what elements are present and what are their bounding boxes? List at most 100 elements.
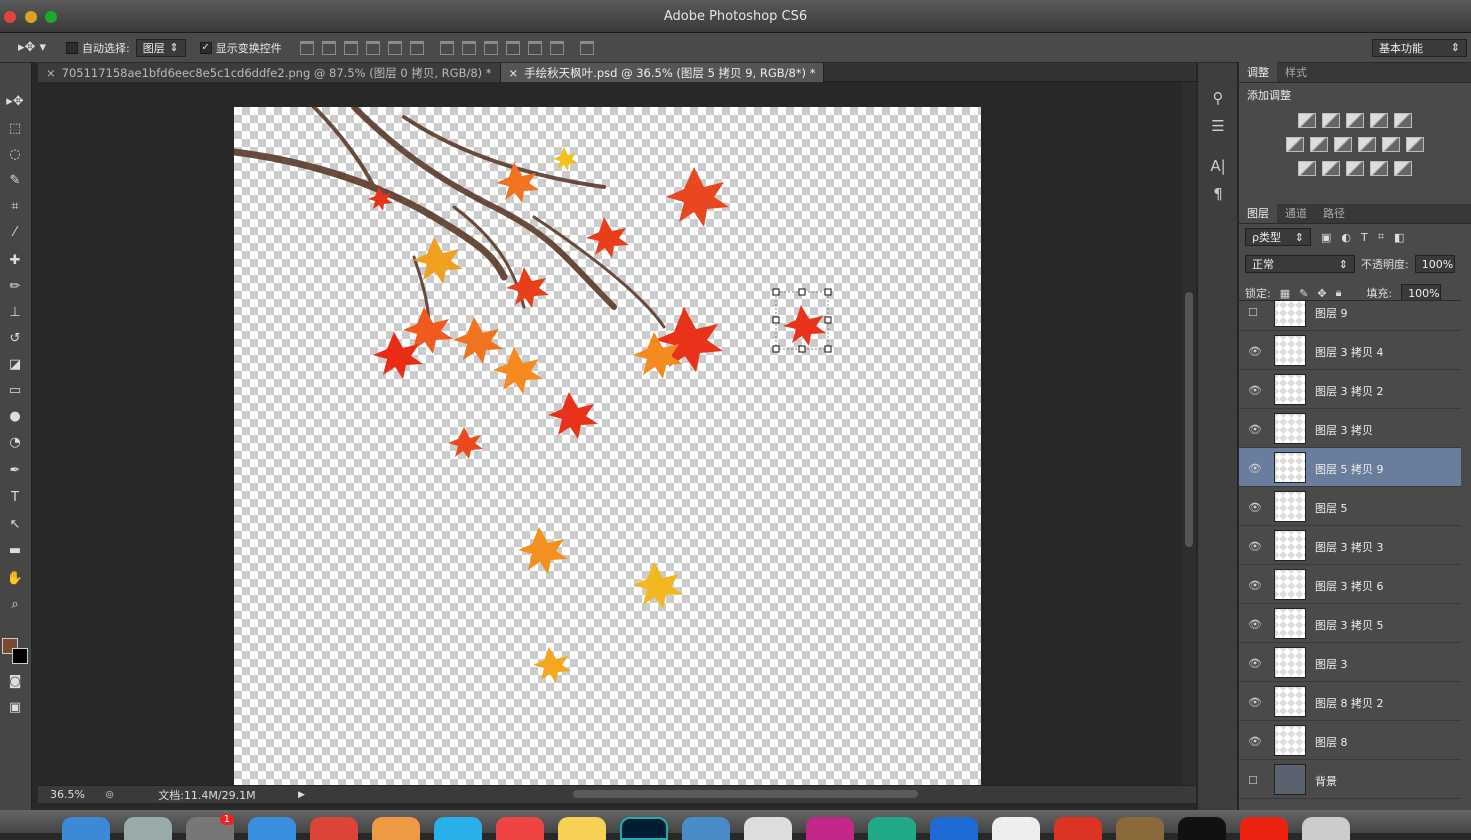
document-canvas[interactable] (230, 104, 981, 785)
align-vcenter-icon[interactable] (321, 40, 336, 55)
show-transform-control[interactable]: ✓ 显示变换控件 (199, 40, 282, 56)
posterize-icon[interactable] (1322, 161, 1340, 176)
vertical-scrollbar[interactable] (1182, 82, 1196, 785)
filter-pixel-icon[interactable]: ▣ (1321, 231, 1331, 244)
eye-icon[interactable]: 👁︎ (1248, 462, 1262, 475)
layer-name[interactable]: 图层 5 拷贝 9 (1315, 461, 1384, 477)
layer-name[interactable]: 图层 8 (1315, 734, 1348, 750)
document-tab-png[interactable]: × 705117158ae1bfd6eec8e5c1cd6ddfe2.png @… (38, 63, 501, 82)
stamp-tool-icon[interactable]: ⊥ (4, 302, 26, 322)
layer-name[interactable]: 图层 5 (1315, 500, 1348, 516)
appstore-dock-icon[interactable] (434, 817, 482, 840)
channel-mixer-icon[interactable] (1382, 137, 1400, 152)
layer-row[interactable]: 👁︎ 图层 8 拷贝 2 (1239, 682, 1461, 721)
crop-tool-icon[interactable]: ⌗ (4, 196, 26, 216)
preview-dock-icon[interactable] (744, 817, 792, 840)
layer-name[interactable]: 图层 3 拷贝 (1315, 422, 1373, 438)
chrome-dock-icon[interactable] (310, 817, 358, 840)
healing-brush-tool-icon[interactable]: ✚ (4, 250, 26, 270)
eye-icon[interactable]: 👁︎ (1248, 657, 1262, 670)
blend-mode-dropdown[interactable]: 正常 ⇕ (1245, 255, 1355, 273)
eye-icon[interactable]: 👁︎ (1248, 423, 1262, 436)
align-top-icon[interactable] (299, 40, 314, 55)
tab-paths[interactable]: 路径 (1315, 203, 1353, 223)
auto-align-icon[interactable] (579, 40, 594, 55)
brush-settings-icon[interactable]: ☰ (1206, 115, 1230, 137)
photos-dock-icon[interactable] (372, 817, 420, 840)
align-right-icon[interactable] (409, 40, 424, 55)
photo-filter-icon[interactable] (1358, 137, 1376, 152)
layer-name[interactable]: 图层 3 拷贝 3 (1315, 539, 1384, 555)
auto-select-target-dropdown[interactable]: 图层 ⇕ (135, 38, 186, 57)
filter-adjustment-icon[interactable]: ◐ (1341, 231, 1351, 244)
layer-row[interactable]: 👁︎ 图层 3 拷贝 4 (1239, 331, 1461, 370)
calendar-dock-icon[interactable] (496, 817, 544, 840)
distribute-right-icon[interactable] (549, 40, 564, 55)
eye-icon[interactable]: 👁︎ (1248, 696, 1262, 709)
layer-row[interactable]: 👁︎ 图层 3 拷贝 (1239, 409, 1461, 448)
layer-name[interactable]: 图层 8 拷贝 2 (1315, 695, 1384, 711)
threshold-icon[interactable] (1346, 161, 1364, 176)
document-tab-psd[interactable]: × 手绘秋天枫叶.psd @ 36.5% (图层 5 拷贝 9, RGB/8*)… (500, 63, 825, 82)
align-bottom-icon[interactable] (343, 40, 358, 55)
visibility-off-icon[interactable]: ☐ (1248, 774, 1258, 787)
visibility-off-icon[interactable]: ☐ (1248, 306, 1258, 319)
history-brush-tool-icon[interactable]: ↺ (4, 328, 26, 348)
launchpad-dock-icon[interactable] (124, 817, 172, 840)
layer-name[interactable]: 图层 9 (1315, 305, 1348, 321)
layer-name[interactable]: 图层 3 拷贝 2 (1315, 383, 1384, 399)
distribute-hcenter-icon[interactable] (527, 40, 542, 55)
eye-icon[interactable]: 👁︎ (1248, 618, 1262, 631)
app-dock-icon[interactable] (1054, 817, 1102, 840)
color-balance-icon[interactable] (1310, 137, 1328, 152)
layer-name[interactable]: 背景 (1315, 773, 1337, 789)
align-hcenter-icon[interactable] (387, 40, 402, 55)
layer-row[interactable]: 👁︎ 图层 8 (1239, 721, 1461, 760)
filter-type-icon[interactable]: T (1361, 231, 1368, 244)
layer-filter-dropdown[interactable]: ρ类型 ⇕ (1245, 228, 1311, 246)
layer-name[interactable]: 图层 3 拷贝 6 (1315, 578, 1384, 594)
layer-row[interactable]: ☐ 图层 9 (1239, 301, 1461, 331)
tab-adjustments[interactable]: 调整 (1239, 62, 1277, 82)
gradient-tool-icon[interactable]: ▭ (4, 380, 26, 400)
gradient-map-icon[interactable] (1394, 161, 1412, 176)
layer-name[interactable]: 图层 3 拷贝 5 (1315, 617, 1384, 633)
eye-icon[interactable]: 👁︎ (1248, 540, 1262, 553)
marquee-tool-icon[interactable]: ⬚ (4, 118, 26, 138)
shape-tool-icon[interactable]: ▬ (4, 540, 26, 560)
eyedropper-tool-icon[interactable]: ⁄ (4, 222, 26, 242)
levels-icon[interactable] (1322, 113, 1340, 128)
lock-position-icon[interactable]: ✥ (1317, 287, 1326, 300)
brush-preset-icon[interactable]: ⚲ (1206, 87, 1230, 109)
auto-select-checkbox[interactable] (66, 41, 78, 54)
auto-select-control[interactable]: 自动选择: (66, 40, 130, 56)
distribute-bottom-icon[interactable] (483, 40, 498, 55)
character-panel-icon[interactable]: A| (1206, 155, 1230, 177)
app-dock-icon[interactable] (992, 817, 1040, 840)
lock-pixels-icon[interactable]: ✎ (1299, 287, 1308, 300)
horizontal-scroll-thumb[interactable] (573, 790, 918, 798)
lock-all-icon[interactable]: 🔒︎ (1336, 286, 1342, 300)
eraser-tool-icon[interactable]: ◪ (4, 354, 26, 374)
finder-dock-icon[interactable] (62, 817, 110, 840)
close-tab-icon[interactable]: × (509, 66, 519, 80)
zoom-tool-icon[interactable]: ⌕ (4, 594, 26, 614)
curves-icon[interactable] (1346, 113, 1364, 128)
lock-transparent-icon[interactable]: ▦ (1280, 287, 1290, 300)
distribute-vcenter-icon[interactable] (461, 40, 476, 55)
vertical-scroll-thumb[interactable] (1185, 292, 1193, 547)
workspace-dropdown[interactable]: 基本功能 ⇕ (1372, 38, 1467, 57)
layer-row[interactable]: 👁︎ 图层 3 拷贝 3 (1239, 526, 1461, 565)
layer-row[interactable]: 👁︎ 图层 3 拷贝 5 (1239, 604, 1461, 643)
app-dock-icon[interactable] (806, 817, 854, 840)
background-color-swatch[interactable] (12, 648, 28, 664)
layer-row[interactable]: 👁︎ 图层 3 拷贝 6 (1239, 565, 1461, 604)
blur-tool-icon[interactable]: ● (4, 406, 26, 426)
hue-saturation-icon[interactable] (1286, 137, 1304, 152)
filter-shape-icon[interactable]: ⌗ (1378, 230, 1384, 244)
app-dock-icon[interactable] (1240, 817, 1288, 840)
layer-row[interactable]: 👁︎ 图层 5 拷贝 9 (1239, 448, 1461, 487)
layer-name[interactable]: 图层 3 (1315, 656, 1348, 672)
status-menu-arrow-icon[interactable]: ▶ (298, 790, 305, 800)
move-tool-icon[interactable]: ▸✥ (4, 91, 26, 111)
